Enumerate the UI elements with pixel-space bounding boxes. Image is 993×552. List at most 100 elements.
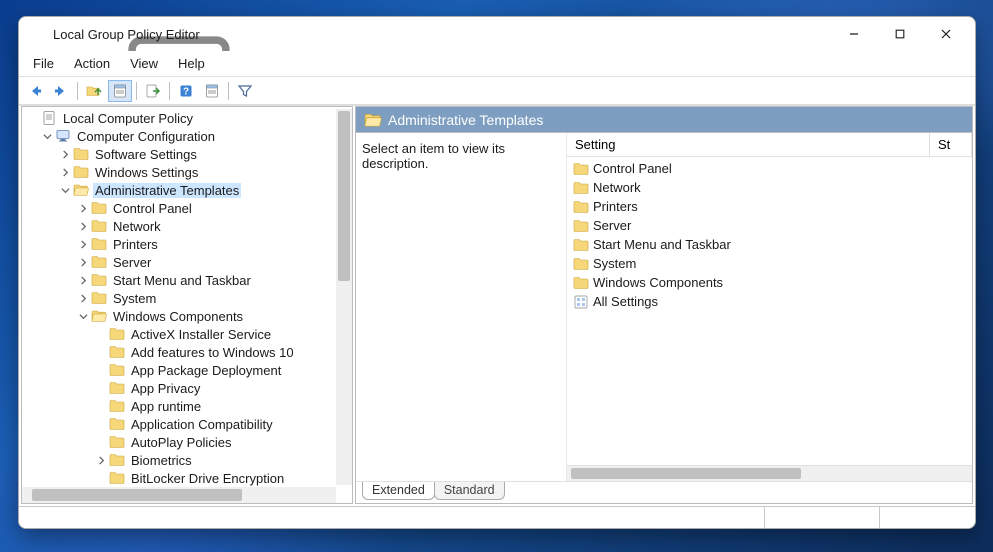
- column-setting[interactable]: Setting: [567, 133, 930, 156]
- column-state[interactable]: St: [930, 133, 972, 156]
- chevron-right-icon[interactable]: [76, 273, 90, 287]
- folder-icon: [73, 146, 89, 162]
- tree-item[interactable]: Control Panel: [24, 199, 352, 217]
- tree-item[interactable]: AutoPlay Policies: [24, 433, 352, 451]
- tree-label: App Privacy: [129, 381, 202, 396]
- scrollbar-thumb[interactable]: [32, 489, 242, 501]
- minimize-button[interactable]: [831, 19, 877, 49]
- chevron-right-icon[interactable]: [94, 453, 108, 467]
- tree-item[interactable]: Application Compatibility: [24, 415, 352, 433]
- folder-icon: [573, 180, 589, 196]
- filter-button[interactable]: [233, 80, 257, 102]
- tree-item[interactable]: System: [24, 289, 352, 307]
- settings-icon: [573, 294, 589, 310]
- tree-root[interactable]: Local Computer Policy: [24, 109, 352, 127]
- tree-item[interactable]: ActiveX Installer Service: [24, 325, 352, 343]
- tree-item[interactable]: App runtime: [24, 397, 352, 415]
- description-text: Select an item to view its description.: [362, 141, 560, 171]
- tree-item[interactable]: Server: [24, 253, 352, 271]
- folder-icon: [91, 254, 107, 270]
- tree-label: Local Computer Policy: [61, 111, 195, 126]
- chevron-right-icon[interactable]: [58, 147, 72, 161]
- up-folder-button[interactable]: [82, 80, 106, 102]
- settings-header: Setting St: [567, 133, 972, 157]
- tree-label: Control Panel: [111, 201, 194, 216]
- folder-icon: [91, 200, 107, 216]
- folder-icon: [109, 362, 125, 378]
- folder-icon: [573, 218, 589, 234]
- body: Local Computer Policy Computer Configura…: [19, 105, 975, 506]
- forward-button[interactable]: [49, 80, 73, 102]
- tree-item[interactable]: Printers: [24, 235, 352, 253]
- setting-row[interactable]: System: [567, 254, 972, 273]
- menubar: File Action View Help: [19, 51, 975, 77]
- tree-label: ActiveX Installer Service: [129, 327, 273, 342]
- folder-icon: [109, 452, 125, 468]
- setting-row[interactable]: Control Panel: [567, 159, 972, 178]
- menu-action[interactable]: Action: [64, 53, 120, 74]
- help-button[interactable]: [174, 80, 198, 102]
- content-title: Administrative Templates: [388, 112, 543, 128]
- folder-icon: [573, 275, 589, 291]
- tab-standard[interactable]: Standard: [434, 482, 505, 500]
- tree-scroll[interactable]: Local Computer Policy Computer Configura…: [22, 107, 352, 503]
- tree-item[interactable]: Start Menu and Taskbar: [24, 271, 352, 289]
- export-button[interactable]: [141, 80, 165, 102]
- chevron-right-icon[interactable]: [76, 237, 90, 251]
- chevron-down-icon[interactable]: [76, 309, 90, 323]
- tree-label: App Package Deployment: [129, 363, 283, 378]
- setting-label: Network: [593, 180, 641, 195]
- show-tree-button[interactable]: [108, 80, 132, 102]
- setting-row[interactable]: Server: [567, 216, 972, 235]
- settings-h-scrollbar[interactable]: [567, 465, 972, 481]
- tree-v-scrollbar[interactable]: [336, 109, 352, 485]
- setting-row[interactable]: Start Menu and Taskbar: [567, 235, 972, 254]
- setting-row[interactable]: All Settings: [567, 292, 972, 311]
- tree-windows-components[interactable]: Windows Components: [24, 307, 352, 325]
- back-button[interactable]: [23, 80, 47, 102]
- tree-computer-configuration[interactable]: Computer Configuration: [24, 127, 352, 145]
- scrollbar-thumb[interactable]: [338, 111, 350, 281]
- tree-label: App runtime: [129, 399, 203, 414]
- tree-item[interactable]: App Privacy: [24, 379, 352, 397]
- content-pane: Administrative Templates Select an item …: [355, 106, 973, 504]
- setting-row[interactable]: Windows Components: [567, 273, 972, 292]
- close-button[interactable]: [923, 19, 969, 49]
- tree-item[interactable]: BitLocker Drive Encryption: [24, 469, 352, 487]
- chevron-right-icon[interactable]: [58, 165, 72, 179]
- scrollbar-thumb[interactable]: [571, 468, 801, 479]
- setting-row[interactable]: Network: [567, 178, 972, 197]
- folder-icon: [573, 237, 589, 253]
- tree-item[interactable]: Software Settings: [24, 145, 352, 163]
- menu-help[interactable]: Help: [168, 53, 215, 74]
- tree-label: Windows Components: [111, 309, 245, 324]
- chevron-down-icon[interactable]: [40, 129, 54, 143]
- folder-open-icon: [73, 182, 89, 198]
- folder-icon: [573, 199, 589, 215]
- description-column: Select an item to view its description.: [356, 133, 566, 481]
- maximize-button[interactable]: [877, 19, 923, 49]
- settings-list[interactable]: Control Panel Network Printers Server St…: [567, 157, 972, 465]
- tab-extended[interactable]: Extended: [362, 482, 435, 500]
- menu-view[interactable]: View: [120, 53, 168, 74]
- chevron-right-icon[interactable]: [76, 291, 90, 305]
- folder-icon: [109, 326, 125, 342]
- settings-column: Setting St Control Panel Network Printer…: [566, 133, 972, 481]
- tree-label: Server: [111, 255, 153, 270]
- properties-button[interactable]: [200, 80, 224, 102]
- tree-item[interactable]: Biometrics: [24, 451, 352, 469]
- tree-label: Administrative Templates: [93, 183, 241, 198]
- setting-row[interactable]: Printers: [567, 197, 972, 216]
- chevron-down-icon[interactable]: [58, 183, 72, 197]
- tree-item[interactable]: Add features to Windows 10: [24, 343, 352, 361]
- tree-administrative-templates[interactable]: Administrative Templates: [24, 181, 352, 199]
- chevron-right-icon[interactable]: [76, 255, 90, 269]
- tree-h-scrollbar[interactable]: [22, 487, 336, 503]
- tree-item[interactable]: Network: [24, 217, 352, 235]
- chevron-right-icon[interactable]: [76, 219, 90, 233]
- tree-label: Biometrics: [129, 453, 194, 468]
- tree-item[interactable]: App Package Deployment: [24, 361, 352, 379]
- chevron-right-icon[interactable]: [76, 201, 90, 215]
- tree-item[interactable]: Windows Settings: [24, 163, 352, 181]
- menu-file[interactable]: File: [23, 53, 64, 74]
